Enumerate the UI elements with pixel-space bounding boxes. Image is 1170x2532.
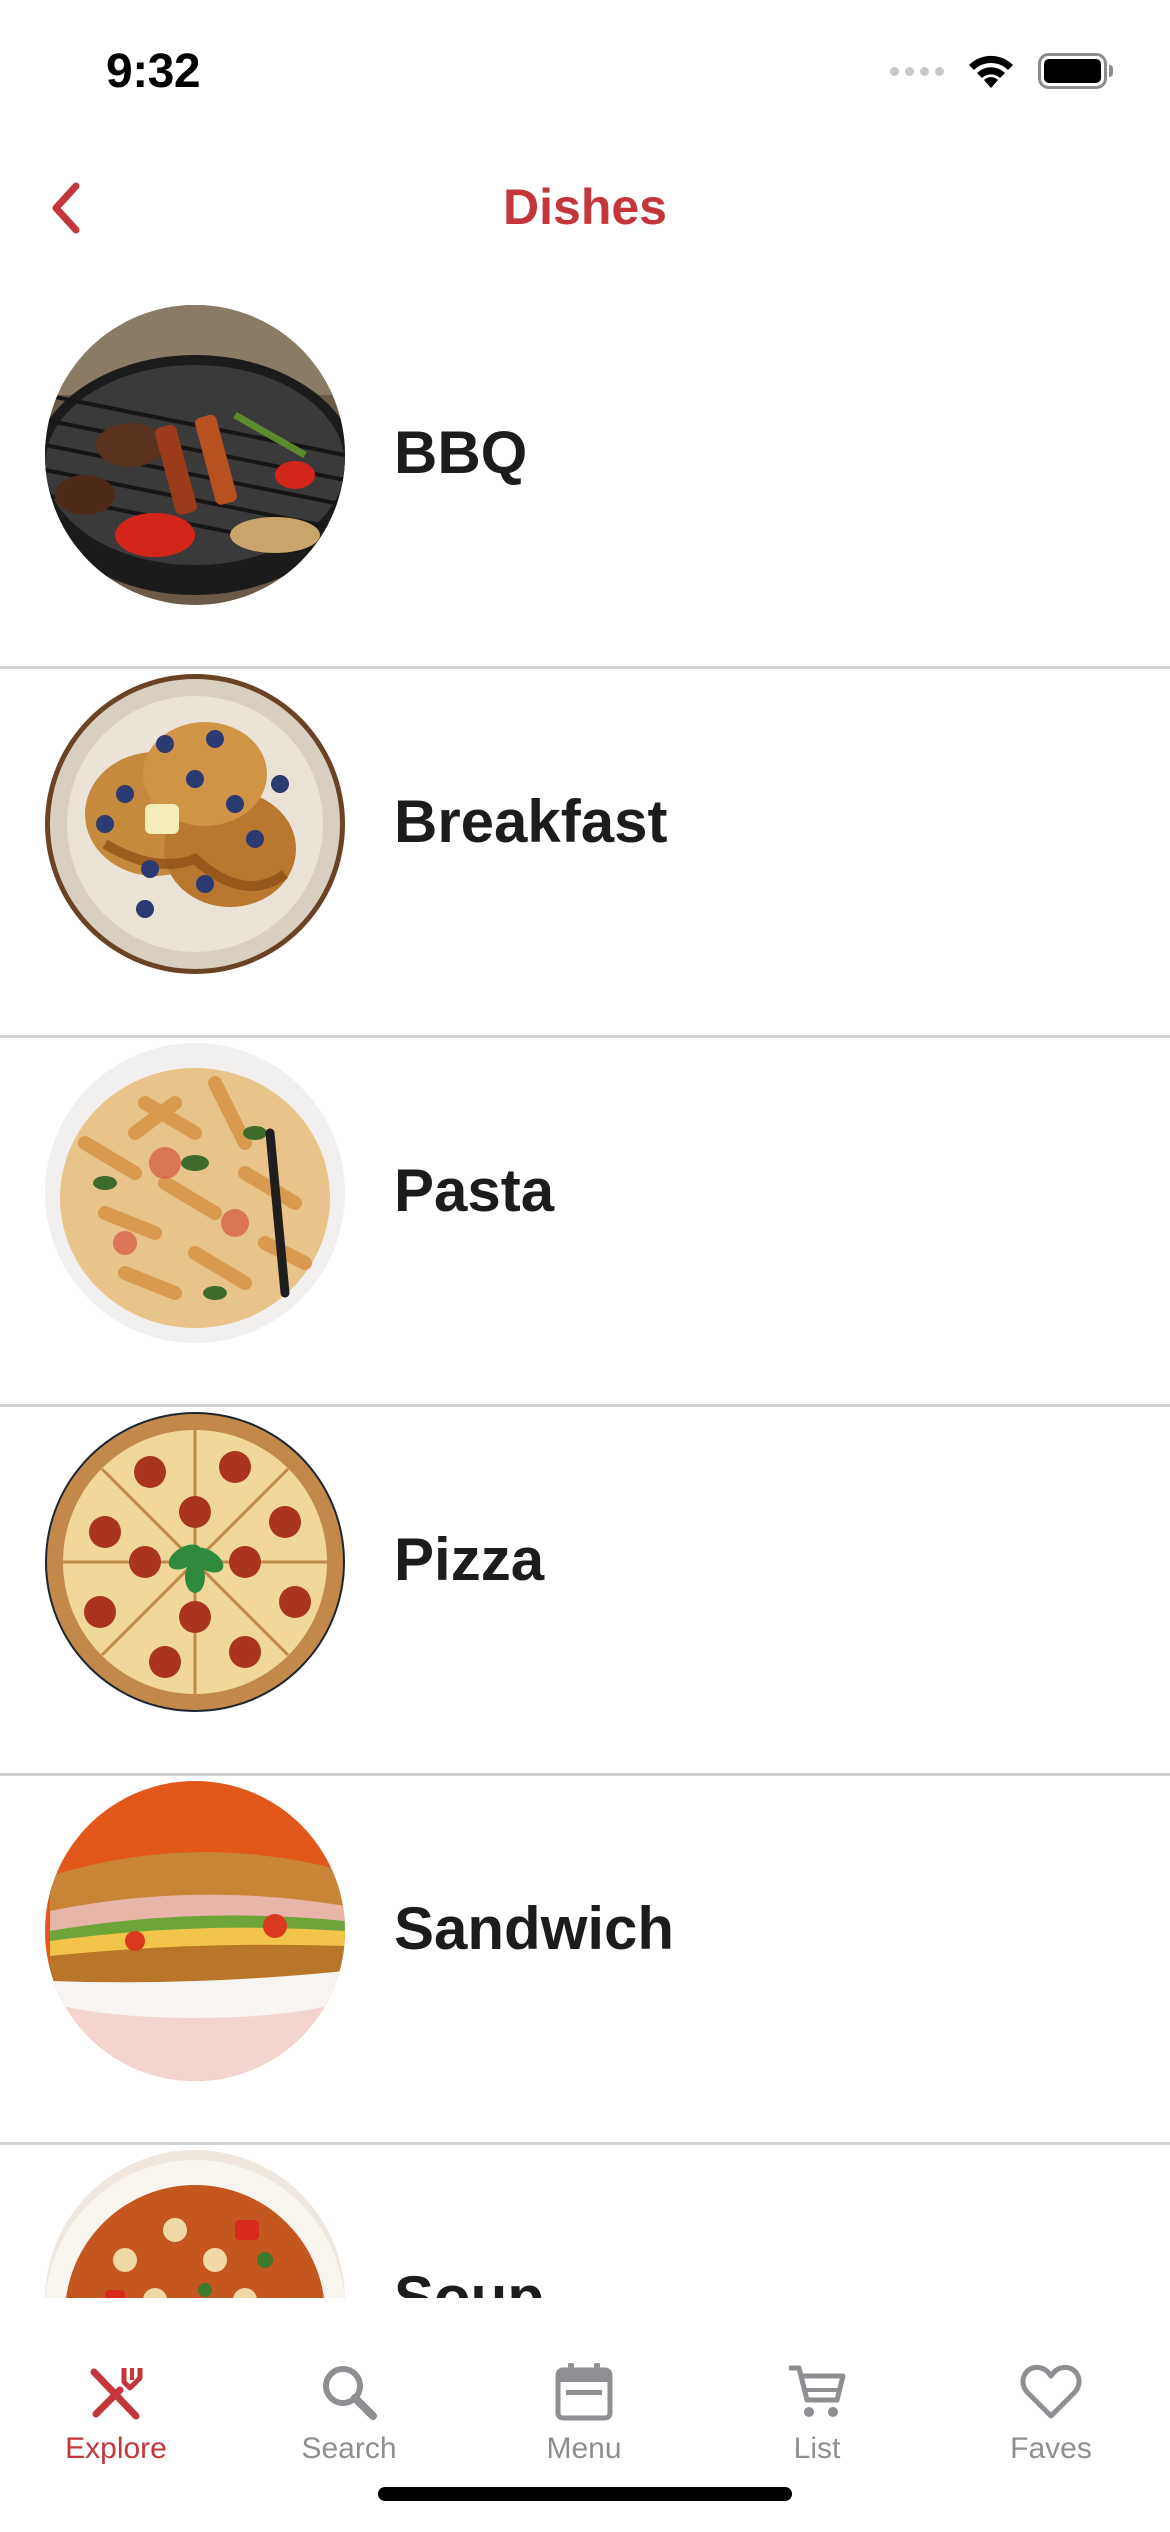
tab-menu[interactable]: Menu <box>484 2360 684 2480</box>
dish-name: Sandwich <box>394 1895 675 1962</box>
dish-name: Breakfast <box>394 788 668 855</box>
dish-image-bbq <box>45 305 345 605</box>
status-bar: 9:32 <box>0 0 1170 150</box>
status-time: 9:32 <box>106 45 201 98</box>
dish-name: Pasta <box>394 1157 555 1224</box>
tab-search[interactable]: Search <box>249 2360 449 2480</box>
battery-icon <box>1038 53 1114 89</box>
cellular-signal-icon <box>890 66 944 76</box>
dish-name: BBQ <box>394 419 528 486</box>
dish-image-pizza <box>45 1412 345 1712</box>
tab-label: Search <box>301 2432 397 2465</box>
dish-row-soup[interactable]: Soup <box>0 2145 1170 2298</box>
heart-icon <box>1020 2364 1082 2419</box>
tab-label: Faves <box>1010 2432 1092 2465</box>
dish-row-sandwich[interactable]: Sandwich <box>0 1776 1170 2145</box>
dish-name: Soup <box>394 2264 544 2298</box>
dish-list[interactable]: BBQ Breakfast Pasta Pizza Sandwich Soup <box>0 300 1170 2298</box>
tab-list[interactable]: List <box>717 2360 917 2480</box>
fork-knife-icon <box>90 2368 143 2420</box>
tab-explore[interactable]: Explore <box>16 2360 216 2480</box>
calendar-icon <box>555 2363 613 2421</box>
search-icon <box>323 2366 377 2420</box>
navigation-bar: Dishes <box>0 150 1170 265</box>
dish-row-bbq[interactable]: BBQ <box>0 300 1170 669</box>
dish-image-sandwich <box>45 1781 345 2081</box>
dish-row-pizza[interactable]: Pizza <box>0 1407 1170 1776</box>
tab-faves[interactable]: Faves <box>951 2360 1151 2480</box>
dish-name: Pizza <box>394 1526 545 1593</box>
dish-row-pasta[interactable]: Pasta <box>0 1038 1170 1407</box>
dish-image-breakfast <box>45 674 345 974</box>
dish-image-soup <box>45 2150 345 2298</box>
status-indicators <box>890 52 1114 90</box>
cart-icon <box>789 2365 846 2417</box>
tab-label: Menu <box>546 2432 622 2465</box>
wifi-icon <box>966 52 1016 90</box>
dishes-screen: 9:32 Dishes BBQ Breakfast Pasta Pizza Sa… <box>0 0 1170 2532</box>
tab-label: List <box>793 2432 841 2465</box>
home-indicator[interactable] <box>378 2487 792 2501</box>
dish-row-breakfast[interactable]: Breakfast <box>0 669 1170 1038</box>
page-title: Dishes <box>503 179 667 235</box>
tab-label: Explore <box>65 2432 167 2465</box>
dish-image-pasta <box>45 1043 345 1343</box>
